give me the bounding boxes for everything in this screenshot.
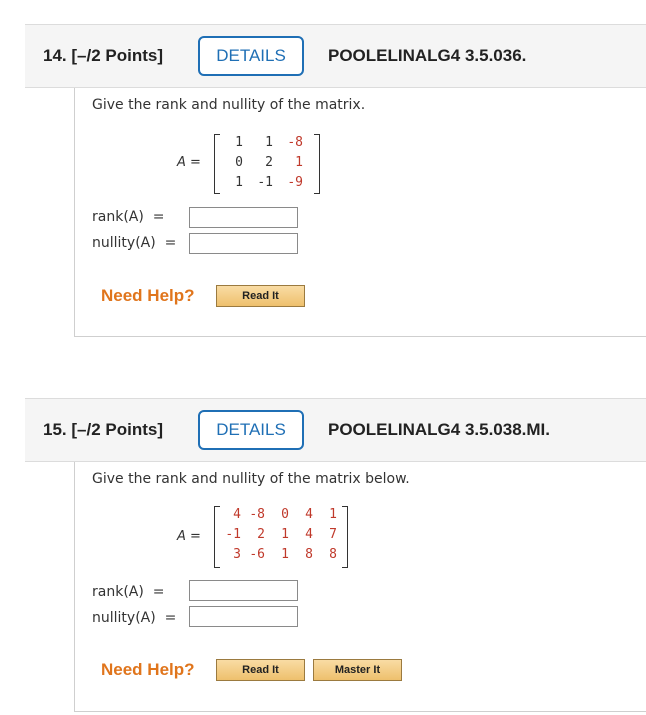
question-code: POOLELINALG4 3.5.038.MI. — [328, 420, 551, 439]
rank-label: rank(A) = — [92, 584, 165, 600]
matrix-cell: 4 — [233, 507, 241, 522]
matrix-cell: -1 — [225, 527, 241, 542]
matrix: 4 -8 0 4 1 -1 2 1 4 7 3 -6 1 8 8 — [214, 506, 348, 568]
question-14-body: Give the rank and nullity of the matrix.… — [74, 88, 646, 337]
matrix-cell: 2 — [257, 527, 265, 542]
matrix-cell: 0 — [281, 507, 289, 522]
nullity-input[interactable] — [189, 233, 298, 254]
matrix-cell: 1 — [281, 527, 289, 542]
question-number: 15. [–/2 Points] — [43, 420, 163, 439]
matrix-cell: -9 — [287, 175, 303, 190]
read-it-button[interactable]: Read It — [216, 659, 305, 681]
matrix-cell: -8 — [287, 135, 303, 150]
nullity-label: nullity(A) = — [92, 610, 177, 626]
question-prompt: Give the rank and nullity of the matrix. — [92, 97, 366, 113]
need-help-label: Need Help? — [101, 660, 195, 679]
matrix-label: A = — [177, 529, 201, 544]
matrix-cell: 7 — [329, 527, 337, 542]
matrix-cell: 1 — [235, 175, 243, 190]
matrix-cell: 1 — [235, 135, 243, 150]
rank-input[interactable] — [189, 207, 298, 228]
matrix-cell: -1 — [257, 175, 273, 190]
matrix-cell: 8 — [329, 547, 337, 562]
nullity-input[interactable] — [189, 606, 298, 627]
details-button[interactable]: DETAILS — [198, 410, 304, 450]
question-15-header: 15. [–/2 Points] DETAILS POOLELINALG4 3.… — [25, 398, 646, 462]
matrix-label: A = — [177, 155, 201, 170]
matrix-cell: 0 — [235, 155, 243, 170]
master-it-button[interactable]: Master It — [313, 659, 402, 681]
question-number: 14. [–/2 Points] — [43, 46, 163, 65]
question-14-header: 14. [–/2 Points] DETAILS POOLELINALG4 3.… — [25, 24, 646, 88]
matrix-cell: -8 — [249, 507, 265, 522]
matrix-cell: 3 — [233, 547, 241, 562]
question-prompt: Give the rank and nullity of the matrix … — [92, 471, 410, 487]
nullity-label: nullity(A) = — [92, 235, 177, 251]
matrix-cell: 1 — [329, 507, 337, 522]
need-help-label: Need Help? — [101, 286, 195, 305]
matrix-cell: 4 — [305, 507, 313, 522]
details-button[interactable]: DETAILS — [198, 36, 304, 76]
matrix-cell: 1 — [281, 547, 289, 562]
matrix-cell: 4 — [305, 527, 313, 542]
matrix-cell: 1 — [295, 155, 303, 170]
rank-input[interactable] — [189, 580, 298, 601]
rank-label: rank(A) = — [92, 209, 165, 225]
matrix-cell: 1 — [265, 135, 273, 150]
question-15-body: Give the rank and nullity of the matrix … — [74, 462, 646, 712]
matrix: 1 1 -8 0 2 1 1 -1 -9 — [214, 134, 320, 194]
matrix-cell: 8 — [305, 547, 313, 562]
read-it-button[interactable]: Read It — [216, 285, 305, 307]
question-code: POOLELINALG4 3.5.036. — [328, 46, 527, 65]
matrix-cell: -6 — [249, 547, 265, 562]
matrix-cell: 2 — [265, 155, 273, 170]
